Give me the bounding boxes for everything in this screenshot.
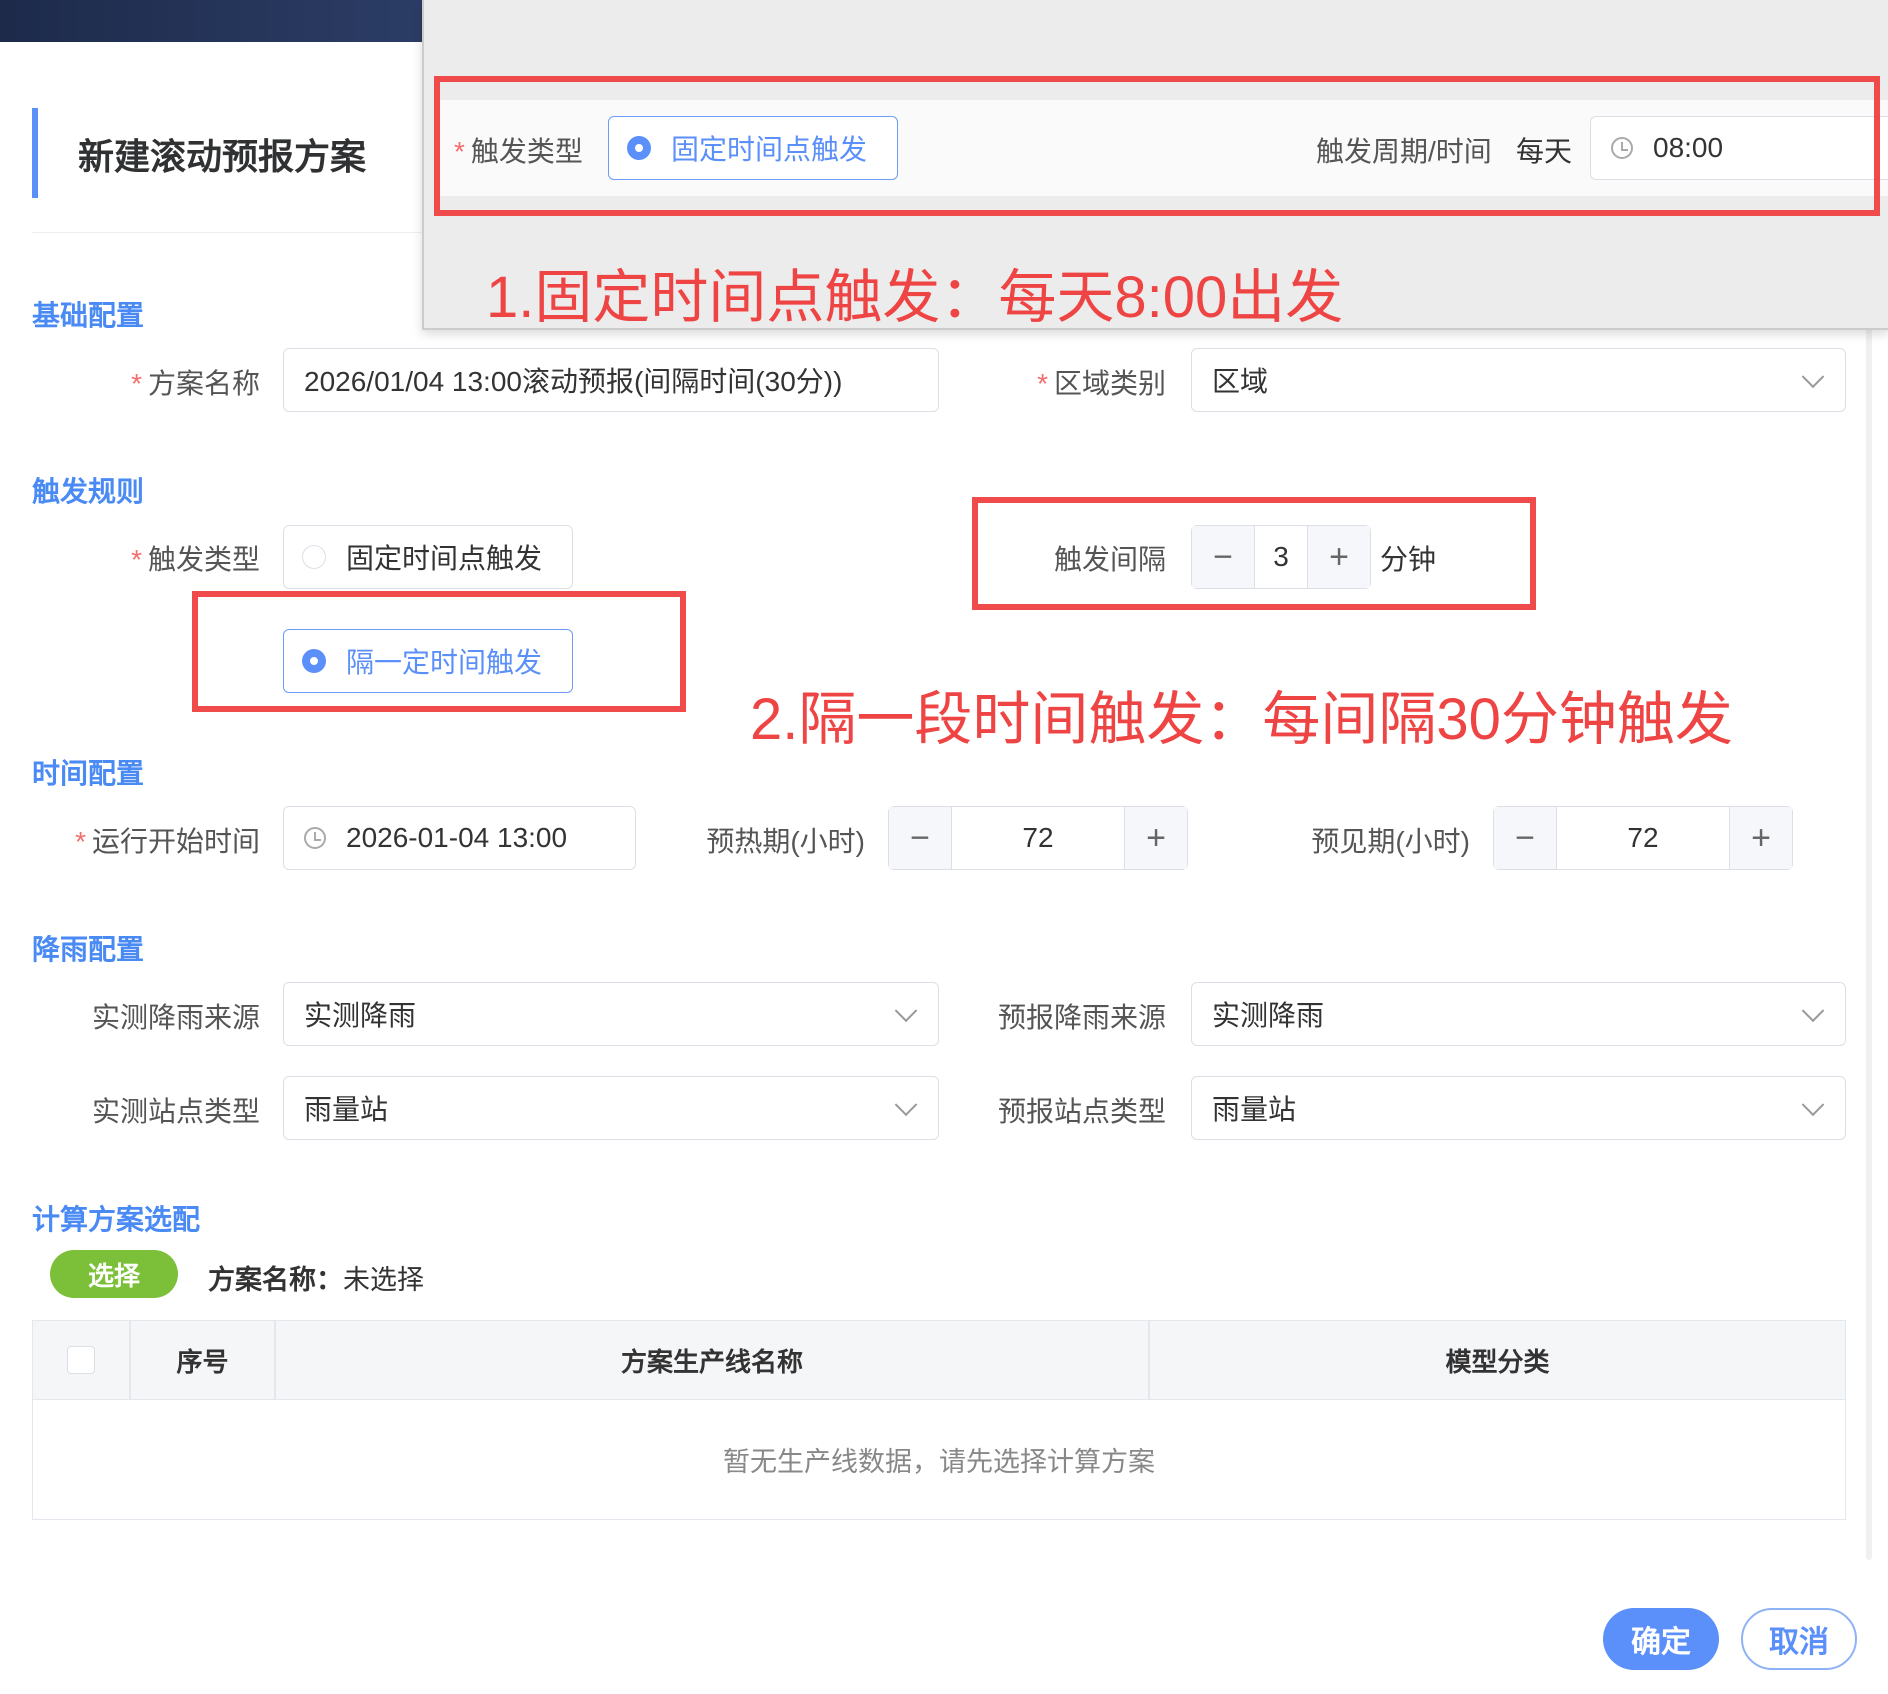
clock-icon — [304, 827, 326, 849]
column-header-model-type: 模型分类 — [1445, 1346, 1550, 1377]
chevron-down-icon — [894, 999, 918, 1023]
annotation-box-fixed — [434, 76, 1880, 216]
trigger-type-label: * 触发类型 — [131, 544, 260, 575]
annotation-text-1: 1.固定时间点触发：每天8:00出发 — [486, 265, 1344, 330]
section-time: 时间配置 — [32, 758, 145, 789]
minus-icon[interactable]: − — [1494, 807, 1556, 869]
scheme-name-label: * 方案名称 — [131, 368, 260, 399]
section-rain: 降雨配置 — [32, 934, 145, 965]
annotation-text-2: 2.隔一段时间触发：每间隔30分钟触发 — [750, 687, 1733, 752]
radio-circle-icon — [302, 545, 326, 569]
warmup-label: 预热期(小时) — [706, 826, 865, 857]
obs-station-select[interactable]: 雨量站 — [283, 1076, 939, 1140]
annotation-box-interval-option — [192, 591, 686, 712]
title-accent-bar — [32, 108, 38, 198]
select-scheme-button[interactable]: 选择 — [50, 1250, 178, 1298]
warmup-stepper[interactable]: − 72 + — [888, 806, 1188, 870]
fc-station-label: 预报站点类型 — [997, 1096, 1166, 1127]
section-basic: 基础配置 — [32, 300, 145, 331]
warmup-value[interactable]: 72 — [951, 807, 1125, 869]
minus-icon[interactable]: − — [889, 807, 951, 869]
region-type-select[interactable]: 区域 — [1191, 348, 1846, 412]
fc-station-select[interactable]: 雨量站 — [1191, 1076, 1846, 1140]
select-all-checkbox[interactable] — [67, 1346, 95, 1374]
section-trigger: 触发规则 — [32, 476, 145, 507]
confirm-button[interactable]: 确定 — [1603, 1608, 1719, 1670]
plus-icon[interactable]: + — [1730, 807, 1792, 869]
fc-source-label: 预报降雨来源 — [997, 1002, 1166, 1033]
column-header-index: 序号 — [176, 1346, 229, 1377]
selected-scheme: 方案名称：未选择 — [208, 1258, 424, 1297]
scheme-label: 方案名称： — [208, 1265, 343, 1295]
region-type-label: * 区域类别 — [1037, 368, 1166, 399]
obs-source-select[interactable]: 实测降雨 — [283, 982, 939, 1046]
start-time-picker[interactable]: 2026-01-04 13:00 — [283, 806, 636, 870]
radio-fixed-time[interactable]: 固定时间点触发 — [283, 525, 573, 589]
scheme-name-input[interactable]: 2026/01/04 13:00滚动预报(间隔时间(30分)) — [283, 348, 939, 412]
dialog-title: 新建滚动预报方案 — [78, 136, 367, 177]
column-header-line-name: 方案生产线名称 — [620, 1346, 803, 1377]
forecast-label: 预见期(小时) — [1311, 826, 1470, 857]
forecast-value[interactable]: 72 — [1556, 807, 1730, 869]
scheme-value: 未选择 — [343, 1265, 424, 1295]
table-header: 序号 方案生产线名称 模型分类 — [33, 1321, 1845, 1400]
chevron-down-icon — [1801, 1093, 1825, 1117]
callout-panel: * 触发类型 固定时间点触发 触发周期/时间 每天 08:00 1.固定时间点触发… — [422, 0, 1888, 330]
obs-source-label: 实测降雨来源 — [91, 1002, 260, 1033]
background-header — [0, 0, 430, 42]
cancel-button[interactable]: 取消 — [1741, 1608, 1857, 1670]
scrollbar[interactable] — [1866, 240, 1872, 1560]
fc-source-select[interactable]: 实测降雨 — [1191, 982, 1846, 1046]
table-empty-text: 暂无生产线数据，请先选择计算方案 — [723, 1446, 1155, 1477]
production-line-table: 序号 方案生产线名称 模型分类 暂无生产线数据，请先选择计算方案 — [32, 1320, 1846, 1520]
forecast-stepper[interactable]: − 72 + — [1493, 806, 1793, 870]
annotation-box-interval — [972, 497, 1536, 610]
obs-station-label: 实测站点类型 — [91, 1096, 260, 1127]
chevron-down-icon — [1801, 365, 1825, 389]
start-time-label: * 运行开始时间 — [75, 826, 260, 857]
plus-icon[interactable]: + — [1125, 807, 1187, 869]
section-calc: 计算方案选配 — [32, 1204, 201, 1235]
chevron-down-icon — [894, 1093, 918, 1117]
chevron-down-icon — [1801, 999, 1825, 1023]
